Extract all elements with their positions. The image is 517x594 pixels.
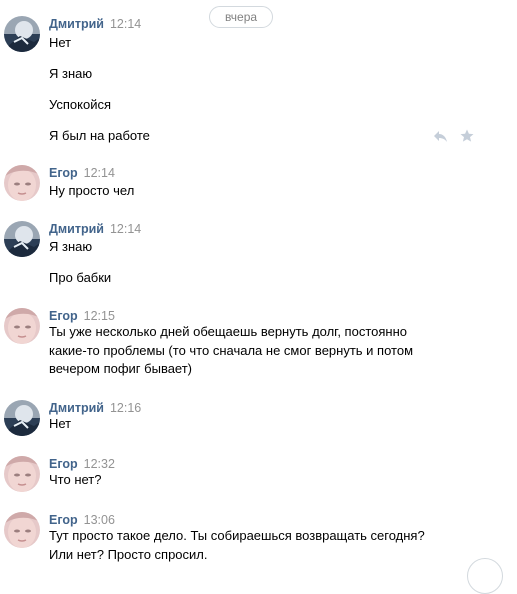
author-name[interactable]: Дмитрий (49, 222, 104, 236)
message-text: Я знаю (49, 239, 93, 254)
author-name[interactable]: Егор (49, 166, 78, 180)
author-name[interactable]: Дмитрий (49, 401, 104, 415)
message-time[interactable]: 12:14 (110, 17, 141, 31)
message-text: Успокойся (49, 97, 112, 112)
message-text: Что нет? (49, 472, 102, 487)
message-text: Я был на работе (49, 128, 150, 143)
message-header: Дмитрий 12:14 (49, 221, 141, 237)
message-actions (432, 128, 482, 144)
scroll-down-button[interactable] (467, 558, 503, 594)
message-header: Егор 12:15 (49, 308, 115, 324)
message-time[interactable]: 12:16 (110, 401, 141, 415)
author-name[interactable]: Егор (49, 309, 78, 323)
message-text: Ты уже несколько дней обещаешь вернуть д… (49, 324, 407, 339)
message-text: Нет (49, 416, 72, 431)
avatar[interactable] (4, 512, 40, 548)
message-header: Егор 12:32 (49, 456, 115, 472)
avatar[interactable] (4, 400, 40, 436)
message-text: вечером пофиг бывает) (49, 361, 193, 376)
date-divider: вчера (209, 6, 273, 28)
message-text: Про бабки (49, 270, 112, 285)
avatar[interactable] (4, 308, 40, 344)
avatar[interactable] (4, 16, 40, 52)
message-text: Или нет? Просто спросил. (49, 547, 208, 562)
message-time[interactable]: 12:14 (110, 222, 141, 236)
message-text: Я знаю (49, 66, 93, 81)
message-text: Нет (49, 35, 72, 50)
message-header: Егор 12:14 (49, 165, 115, 181)
message-time[interactable]: 12:32 (84, 457, 115, 471)
message-header: Егор 13:06 (49, 512, 115, 528)
author-name[interactable]: Егор (49, 513, 78, 527)
avatar[interactable] (4, 221, 40, 257)
message-time[interactable]: 13:06 (84, 513, 115, 527)
avatar[interactable] (4, 456, 40, 492)
avatar[interactable] (4, 165, 40, 201)
message-time[interactable]: 12:14 (84, 166, 115, 180)
message-text: Ну просто чел (49, 183, 135, 198)
star-icon[interactable] (459, 128, 475, 148)
author-name[interactable]: Егор (49, 457, 78, 471)
message-header: Дмитрий 12:14 (49, 16, 141, 32)
message-time[interactable]: 12:15 (84, 309, 115, 323)
reply-icon[interactable] (432, 128, 448, 148)
message-text: Тут просто такое дело. Ты собираешься во… (49, 528, 425, 543)
author-name[interactable]: Дмитрий (49, 17, 104, 31)
message-text: какие-то проблемы (то что сначала не смо… (49, 343, 413, 358)
message-header: Дмитрий 12:16 (49, 400, 141, 416)
